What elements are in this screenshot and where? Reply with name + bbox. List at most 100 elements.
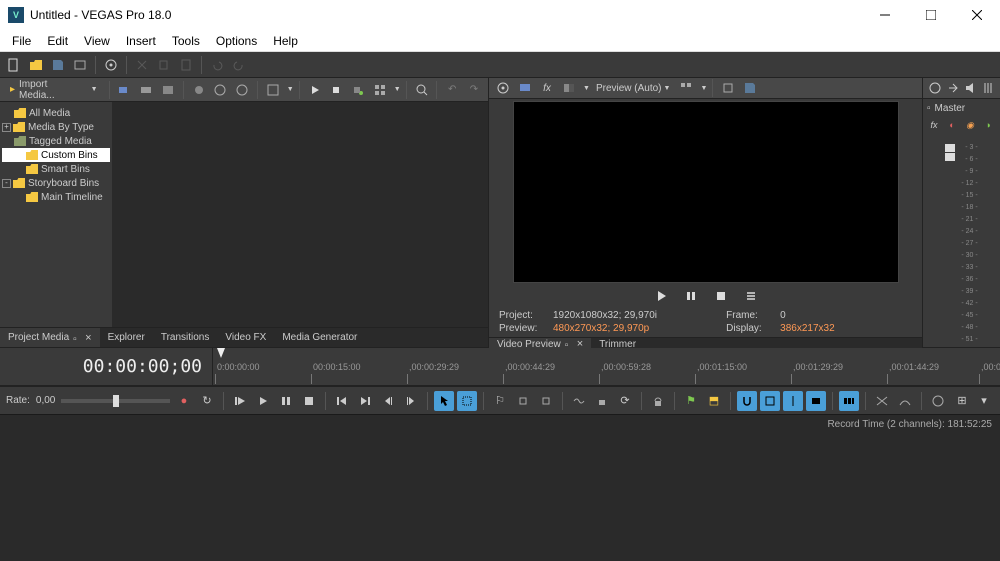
timecode-display[interactable]: 00:00:00;00 (0, 348, 212, 385)
master-mute-button[interactable]: ◑ (981, 118, 995, 132)
import-media-button[interactable]: ▸ Import Media... ▼ (4, 80, 104, 100)
cut-button[interactable] (132, 55, 152, 75)
add-cd-button[interactable] (211, 80, 231, 100)
tree-item[interactable]: Tagged Media (2, 134, 110, 148)
stop-media-button[interactable] (326, 80, 346, 100)
selection-edit-tool-button[interactable] (457, 391, 477, 411)
tree-item[interactable]: -Storyboard Bins (2, 176, 110, 190)
mixer-settings-button[interactable] (980, 78, 996, 98)
tree-item[interactable]: Custom Bins (2, 148, 110, 162)
tab-explorer[interactable]: Explorer (100, 328, 153, 347)
dropdown-icon[interactable]: ▼ (287, 86, 294, 93)
play-media-button[interactable] (305, 80, 325, 100)
undo-pm-button[interactable]: ↶ (442, 80, 462, 100)
tab-media-generator[interactable]: Media Generator (274, 328, 365, 347)
media-thumbnail-area[interactable] (112, 102, 488, 327)
next-frame-button[interactable] (401, 391, 421, 411)
marker-tool-button[interactable]: ⚑ (681, 391, 701, 411)
open-button[interactable] (26, 55, 46, 75)
menu-insert[interactable]: Insert (118, 32, 164, 50)
tab-project-media[interactable]: Project Media▫× (0, 328, 100, 347)
maximize-button[interactable] (908, 0, 954, 30)
dim-output-button[interactable] (963, 78, 979, 98)
play-from-start-button[interactable] (230, 391, 250, 411)
zoom-in-width-button[interactable]: ⊞ (952, 391, 972, 411)
render-button[interactable] (70, 55, 90, 75)
lock-envelopes-button[interactable] (592, 391, 612, 411)
dropdown-icon[interactable]: ▼ (583, 85, 590, 92)
preview-device-button[interactable] (515, 78, 535, 98)
properties-button[interactable] (101, 55, 121, 75)
go-to-end-button[interactable] (355, 391, 375, 411)
get-media-button[interactable] (136, 80, 156, 100)
tree-item[interactable]: +Media By Type (2, 120, 110, 134)
stop-button[interactable] (299, 391, 319, 411)
tree-item[interactable]: Main Timeline (2, 190, 110, 204)
close-button[interactable] (954, 0, 1000, 30)
split-button[interactable] (928, 391, 948, 411)
auto-ripple-button[interactable] (569, 391, 589, 411)
timeline-ruler[interactable]: 0:00:00:0000:00:15:00,00:00:29:29,00:00:… (212, 348, 1000, 385)
preview-play-button[interactable] (653, 288, 669, 304)
tree-item[interactable]: All Media (2, 106, 110, 120)
go-to-start-button[interactable] (332, 391, 352, 411)
master-insert-fx-button[interactable]: ◐ (945, 118, 959, 132)
auto-crossfade-button[interactable] (895, 391, 915, 411)
video-output-fx-button[interactable]: fx (537, 78, 557, 98)
preview-quality-dropdown[interactable]: Preview (Auto)▼ (592, 83, 675, 94)
redo-button[interactable] (229, 55, 249, 75)
play-button[interactable] (253, 391, 273, 411)
add-marker-button[interactable]: ⚐ (490, 391, 510, 411)
snap-to-grid-button[interactable] (760, 391, 780, 411)
quantize-to-frames-button[interactable] (839, 391, 859, 411)
redo-pm-button[interactable]: ↷ (464, 80, 484, 100)
downmix-button[interactable] (945, 78, 961, 98)
save-snapshot-button[interactable] (740, 78, 760, 98)
menu-options[interactable]: Options (208, 32, 265, 50)
copy-snapshot-button[interactable] (718, 78, 738, 98)
preview-menu-button[interactable] (743, 288, 759, 304)
pin-icon[interactable]: ▫ (565, 340, 573, 348)
trim-end-button[interactable] (536, 391, 556, 411)
master-fx-button[interactable]: fx (927, 118, 941, 132)
search-button[interactable] (412, 80, 432, 100)
pin-icon[interactable]: ▫ (73, 334, 81, 342)
enable-snapping-button[interactable] (737, 391, 757, 411)
menu-edit[interactable]: Edit (39, 32, 76, 50)
media-fx-button[interactable] (189, 80, 209, 100)
snap-to-markers-button[interactable] (783, 391, 803, 411)
preview-properties-button[interactable] (493, 78, 513, 98)
extract-audio-button[interactable] (158, 80, 178, 100)
expander-icon[interactable]: + (2, 123, 11, 132)
normal-edit-tool-button[interactable] (434, 391, 454, 411)
dropdown-icon[interactable]: ▼ (394, 86, 401, 93)
undo-button[interactable] (207, 55, 227, 75)
master-automation-button[interactable]: ◉ (963, 118, 977, 132)
region-tool-button[interactable]: ⬒ (704, 391, 724, 411)
snap-to-events-button[interactable] (806, 391, 826, 411)
timeline-menu-button[interactable]: ▾ (974, 391, 994, 411)
dropdown-icon[interactable]: ▼ (700, 85, 707, 92)
save-button[interactable] (48, 55, 68, 75)
tab-video-fx[interactable]: Video FX (217, 328, 274, 347)
menu-file[interactable]: File (4, 32, 39, 50)
expander-icon[interactable]: - (2, 179, 11, 188)
snap-button[interactable] (648, 391, 668, 411)
preview-pause-button[interactable] (683, 288, 699, 304)
minimize-button[interactable] (862, 0, 908, 30)
views-button[interactable] (370, 80, 390, 100)
tree-item[interactable]: Smart Bins (2, 162, 110, 176)
automation-settings-button[interactable]: ⟳ (615, 391, 635, 411)
pause-button[interactable] (276, 391, 296, 411)
new-project-button[interactable] (4, 55, 24, 75)
menu-view[interactable]: View (76, 32, 118, 50)
trim-start-button[interactable] (513, 391, 533, 411)
menu-tools[interactable]: Tools (164, 32, 208, 50)
remove-media-button[interactable] (232, 80, 252, 100)
close-icon[interactable]: × (85, 332, 91, 344)
autoplay-button[interactable] (348, 80, 368, 100)
record-button[interactable]: ● (174, 391, 194, 411)
tab-transitions[interactable]: Transitions (153, 328, 218, 347)
split-screen-button[interactable] (559, 78, 579, 98)
preview-stop-button[interactable] (713, 288, 729, 304)
